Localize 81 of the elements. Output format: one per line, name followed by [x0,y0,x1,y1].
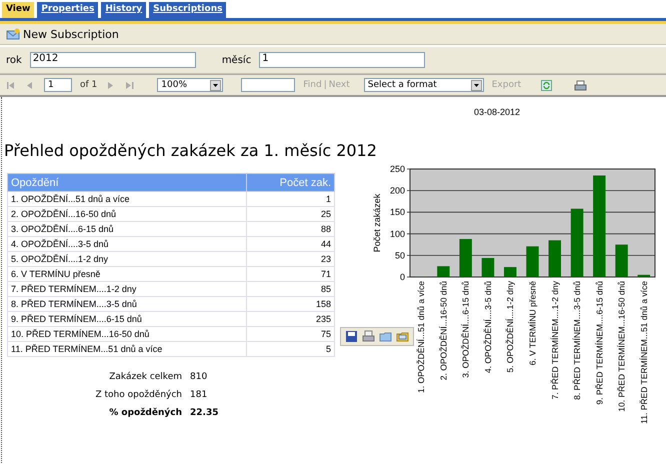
table-cell: 44 [246,236,334,252]
table-cell: 75 [246,326,334,342]
category-label: 4. OPOŽDĚNÍ....3-5 dnů [482,281,493,374]
mail-folder-icon[interactable] [396,330,409,343]
format-dropdown[interactable]: Select a format [364,78,484,92]
bar [638,274,650,277]
table-cell: 6. V TERMÍNU přesně [8,266,246,282]
bar [570,208,584,277]
parameter-label: rok [6,54,22,66]
category-label: 1. OPOŽDĚNÍ...51 dnů a více [416,281,426,393]
y-tick-label: 50 [394,250,405,260]
report-title: Přehled opožděných zakázek za 1. měsíc 2012 [4,141,377,162]
save-icon[interactable] [345,330,358,343]
column-header: Počet zak. [246,174,334,192]
y-tick-label: 150 [390,207,405,218]
tab[interactable]: View [2,2,34,18]
column-header: Opoždění [8,174,246,192]
table-cell: 158 [246,296,334,312]
parameter-label: měsíc [222,54,252,66]
table-cell: 8. PŘED TERMÍNEM....3-5 dnů [8,296,246,312]
separator: | [324,80,327,90]
summary-value: 181 [190,390,208,400]
bar [482,258,494,277]
y-axis-label: Počet zakázek [372,194,382,252]
category-label: 8. PŘED TERMÍNEM....3-5 dnů [572,281,582,400]
bar [615,244,628,277]
printer-icon[interactable] [362,330,375,343]
page-field[interactable]: 1 [44,78,72,92]
category-label: 11. PŘED TERMÍNEM...51 dnů a více [638,281,649,424]
table-cell: 88 [246,222,334,236]
tab[interactable]: Subscriptions [149,2,226,18]
table-cell: 5. OPOŽDĚNÍ....1-2 dny [8,252,246,266]
table-cell: 235 [246,312,334,326]
folder-icon[interactable] [379,330,392,343]
y-tick-label: 250 [390,164,405,174]
zoom-dropdown[interactable]: 100% [157,78,224,92]
category-label: 10. PŘED TERMÍNEM...16-50 dnů [616,281,627,412]
table-cell: 7. PŘED TERMÍNEM....1-2 dny [8,282,246,296]
table-cell: 2. OPOŽDĚNÍ...16-50 dnů [8,206,246,222]
category-label: 3. OPOŽDĚNÍ....6-15 dnů [460,281,471,378]
new-subscription-button[interactable]: New Subscription [0,24,125,44]
table-cell: 11. PŘED TERMÍNEM...51 dnů a více [8,342,246,356]
caret-icon [213,84,218,86]
summary-value: 22.35 [190,408,220,418]
bar [437,266,450,277]
table-cell: 5 [246,342,334,356]
tab[interactable]: Properties [37,2,98,18]
caret-icon [474,84,479,86]
print-icon[interactable] [574,80,588,90]
table-cell: 9. PŘED TERMÍNEM....6-15 dnů [8,312,246,326]
parameter-field[interactable]: 2012 [30,52,196,68]
y-tick-label: 0 [400,272,405,282]
table-cell: 10. PŘED TERMÍNEM...16-50 dnů [8,326,246,342]
tab[interactable]: History [101,2,146,18]
bar [548,240,561,277]
bar [504,267,516,277]
table-cell: 85 [246,282,334,296]
report-date: 03-08-2012 [473,106,522,119]
summary-label: Zakázek celkem [108,372,182,382]
category-label: 2. OPOŽDĚNÍ...16-50 dnů [438,281,448,380]
table-cell: 1 [246,192,334,206]
table-cell: 25 [246,206,334,222]
page-count: of 1 [80,80,98,90]
category-label: 6. V TERMÍNU přesně [528,281,538,366]
table-cell: 71 [246,266,334,282]
refresh-icon[interactable] [541,80,552,90]
category-label: 5. OPOŽDĚNÍ....1-2 dny [505,281,516,373]
parameter-field[interactable]: 1 [259,52,426,68]
find-field[interactable] [241,78,296,92]
envelope-icon [6,28,20,40]
table-cell: 23 [246,252,334,266]
category-label: 9. PŘED TERMÍNEM....6-15 dnů [594,281,604,405]
table-cell: 4. OPOŽDĚNÍ....3-5 dnů [8,236,246,252]
summary-label: % opožděných [108,408,182,418]
summary-label: Z toho opožděných [94,390,182,400]
category-label: 7. PŘED TERMÍNEM....1-2 dny [550,281,560,400]
table-cell: 1. OPOŽDĚNÍ...51 dnů a více [8,192,246,206]
summary-value: 810 [190,372,208,382]
table-cell: 3. OPOŽDĚNÍ....6-15 dnů [8,222,246,236]
y-tick-label: 100 [390,228,405,239]
y-tick-label: 200 [390,186,405,196]
